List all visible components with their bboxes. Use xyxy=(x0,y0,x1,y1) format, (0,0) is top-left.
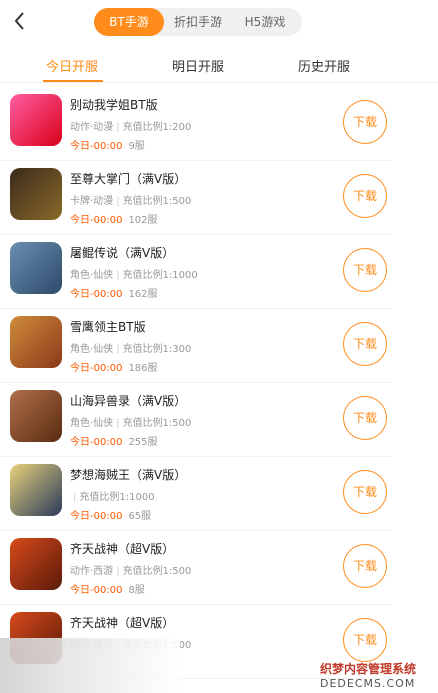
separator: | xyxy=(116,270,120,281)
server-info: 今日-00:00 65服 xyxy=(70,507,151,522)
recharge-ratio: 充值比例1:300 xyxy=(122,344,192,355)
open-time: 今日-00:00 xyxy=(70,585,123,596)
game-tags: | 充值比例1:1000 xyxy=(70,488,155,503)
game-title: 至尊大掌门（满V版） xyxy=(70,172,187,186)
separator: | xyxy=(116,122,120,133)
game-genre: 动作·动漫 xyxy=(70,122,114,133)
separator: | xyxy=(73,492,77,503)
server-info: 今日-00:00 255服 xyxy=(70,433,158,448)
game-genre: 角色·仙侠 xyxy=(70,418,114,429)
game-icon[interactable] xyxy=(10,390,62,442)
recharge-ratio: 充值比例1:500 xyxy=(122,196,192,207)
separator: | xyxy=(116,566,120,577)
server-time-tabs: 今日开服 明日开服 历史开服 xyxy=(0,50,438,83)
game-genre: 卡牌·动漫 xyxy=(70,196,114,207)
blurred-area xyxy=(0,638,180,693)
separator: | xyxy=(116,418,120,429)
server-info: 今日-00:00 162服 xyxy=(70,285,158,300)
game-icon[interactable] xyxy=(10,242,62,294)
subtab-today[interactable]: 今日开服 xyxy=(46,56,98,75)
back-chevron-icon[interactable] xyxy=(12,10,28,32)
open-time: 今日-00:00 xyxy=(70,215,123,226)
game-list-item[interactable]: 雪鹰领主BT版 角色·仙侠 | 充值比例1:300 今日-00:00 186服 下载 xyxy=(0,308,392,383)
top-bar: BT手游 折扣手游 H5游戏 xyxy=(0,0,438,44)
game-tags: 角色·仙侠 | 充值比例1:500 xyxy=(70,414,191,429)
game-title: 齐天战神（超V版） xyxy=(70,542,175,556)
game-title: 山海异兽录（满V版） xyxy=(70,394,187,408)
download-button[interactable]: 下载 xyxy=(343,396,387,440)
game-genre: 角色·仙侠 xyxy=(70,270,114,281)
game-list-item[interactable]: 至尊大掌门（满V版） 卡牌·动漫 | 充值比例1:500 今日-00:00 102服 下载 xyxy=(0,160,392,235)
server-info: 今日-00:00 8服 xyxy=(70,581,145,596)
subtab-tomorrow[interactable]: 明日开服 xyxy=(172,56,224,75)
watermark: 织梦内容管理系统 DEDECMS.COM xyxy=(320,660,438,690)
server-number: 255服 xyxy=(128,437,158,448)
download-button[interactable]: 下载 xyxy=(343,100,387,144)
server-number: 162服 xyxy=(128,289,158,300)
open-time: 今日-00:00 xyxy=(70,141,123,152)
open-time: 今日-00:00 xyxy=(70,289,123,300)
server-number: 8服 xyxy=(128,585,145,596)
game-list-item[interactable]: 别动我学姐BT版 动作·动漫 | 充值比例1:200 今日-00:00 9服 下载 xyxy=(0,86,392,161)
game-title: 别动我学姐BT版 xyxy=(70,98,158,112)
open-time: 今日-00:00 xyxy=(70,437,123,448)
tab-h5-games[interactable]: H5游戏 xyxy=(232,8,298,36)
game-genre: 动作·西游 xyxy=(70,566,114,577)
game-genre: 角色·仙侠 xyxy=(70,344,114,355)
tab-bt-games[interactable]: BT手游 xyxy=(94,8,164,36)
server-number: 65服 xyxy=(128,511,152,522)
game-title: 雪鹰领主BT版 xyxy=(70,320,146,334)
game-list-item[interactable]: 齐天战神（超V版） 动作·西游 | 充值比例1:500 今日-00:00 8服 下载 xyxy=(0,530,392,605)
game-icon[interactable] xyxy=(10,168,62,220)
separator: | xyxy=(116,196,120,207)
game-icon[interactable] xyxy=(10,316,62,368)
recharge-ratio: 充值比例1:500 xyxy=(122,566,192,577)
download-button[interactable]: 下载 xyxy=(343,470,387,514)
watermark-line2: DEDECMS.COM xyxy=(320,677,416,690)
download-button[interactable]: 下载 xyxy=(343,174,387,218)
open-time: 今日-00:00 xyxy=(70,363,123,374)
download-button[interactable]: 下载 xyxy=(343,618,387,662)
open-time: 今日-00:00 xyxy=(70,511,123,522)
game-tags: 动作·动漫 | 充值比例1:200 xyxy=(70,118,191,133)
game-icon[interactable] xyxy=(10,94,62,146)
download-button[interactable]: 下载 xyxy=(343,544,387,588)
watermark-line1: 织梦内容管理系统 xyxy=(320,662,417,676)
tab-discount-games[interactable]: 折扣手游 xyxy=(164,8,232,36)
server-number: 186服 xyxy=(128,363,158,374)
game-tags: 动作·西游|充值比例1:500 xyxy=(70,562,191,577)
game-title: 梦想海贼王（满V版） xyxy=(70,468,187,482)
game-title: 齐天战神（超V版） xyxy=(70,616,175,630)
game-icon[interactable] xyxy=(10,538,62,590)
game-tags: 角色·仙侠 | 充值比例1:300 xyxy=(70,340,191,355)
recharge-ratio: 充值比例1:1000 xyxy=(122,270,198,281)
separator: | xyxy=(116,344,120,355)
download-button[interactable]: 下载 xyxy=(343,248,387,292)
game-list-item[interactable]: 屠鲲传说（满V版） 角色·仙侠 | 充值比例1:1000 今日-00:00 162服 下载 xyxy=(0,234,392,309)
game-tags: 卡牌·动漫 | 充值比例1:500 xyxy=(70,192,191,207)
game-icon[interactable] xyxy=(10,464,62,516)
server-info: 今日-00:00 186服 xyxy=(70,359,158,374)
game-list-item[interactable]: 梦想海贼王（满V版） | 充值比例1:1000 今日-00:00 65服 下载 xyxy=(0,456,392,531)
recharge-ratio: 充值比例1:200 xyxy=(122,122,192,133)
server-info: 今日-00:00 102服 xyxy=(70,211,158,226)
game-title: 屠鲲传说（满V版） xyxy=(70,246,175,260)
server-number: 102服 xyxy=(128,215,158,226)
category-segmented-control: BT手游 折扣手游 H5游戏 xyxy=(94,8,302,36)
active-tab-indicator xyxy=(43,80,103,82)
server-info: 今日-00:00 9服 xyxy=(70,137,145,152)
recharge-ratio: 充值比例1:500 xyxy=(122,418,192,429)
download-button[interactable]: 下载 xyxy=(343,322,387,366)
game-tags: 角色·仙侠 | 充值比例1:1000 xyxy=(70,266,198,281)
game-list-item[interactable]: 山海异兽录（满V版） 角色·仙侠 | 充值比例1:500 今日-00:00 255服 下载 xyxy=(0,382,392,457)
recharge-ratio: 充值比例1:1000 xyxy=(79,492,155,503)
server-number: 9服 xyxy=(128,141,145,152)
subtab-history[interactable]: 历史开服 xyxy=(298,56,350,75)
